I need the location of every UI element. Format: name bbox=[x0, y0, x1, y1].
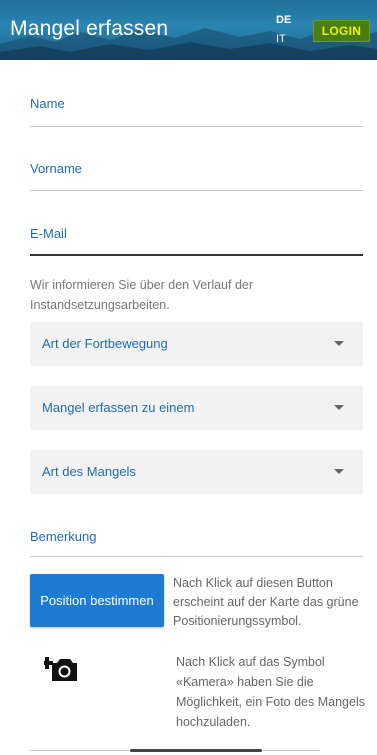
select-mangel-zu[interactable]: Mangel erfassen zu einem bbox=[30, 386, 363, 430]
bemerkung-label[interactable]: Bemerkung bbox=[30, 529, 96, 544]
email-field[interactable] bbox=[30, 254, 363, 256]
position-description: Nach Klick auf diesen Button erscheint a… bbox=[173, 576, 359, 628]
select-art-mangels-label: Art des Mangels bbox=[42, 464, 136, 479]
page-title: Mangel erfassen bbox=[10, 17, 169, 40]
dropdown-arrow-icon bbox=[334, 341, 344, 346]
email-info-text: Wir informieren Sie über den Verlauf der… bbox=[30, 278, 254, 312]
login-button[interactable]: LOGIN bbox=[313, 20, 370, 42]
name-field[interactable] bbox=[30, 126, 363, 127]
camera-description: Nach Klick auf das Symbol «Kamera» haben… bbox=[176, 655, 365, 729]
select-art-mangels[interactable]: Art des Mangels bbox=[30, 450, 363, 494]
app-header: Mangel erfassen DE IT LOGIN bbox=[0, 0, 377, 60]
vorname-field[interactable] bbox=[30, 190, 363, 191]
position-bestimmen-button[interactable]: Position bestimmen bbox=[30, 574, 164, 627]
vorname-label[interactable]: Vorname bbox=[30, 161, 82, 176]
email-label[interactable]: E-Mail bbox=[30, 226, 67, 241]
dropdown-arrow-icon bbox=[334, 469, 344, 474]
select-fortbewegung-label: Art der Fortbewegung bbox=[42, 336, 168, 351]
dropdown-arrow-icon bbox=[334, 405, 344, 410]
select-fortbewegung[interactable]: Art der Fortbewegung bbox=[30, 322, 363, 366]
language-it[interactable]: IT bbox=[276, 33, 286, 45]
select-mangel-zu-label: Mangel erfassen zu einem bbox=[42, 400, 195, 415]
name-label[interactable]: Name bbox=[30, 96, 65, 111]
language-de[interactable]: DE bbox=[276, 14, 291, 26]
position-button-label: Position bestimmen bbox=[40, 592, 154, 608]
bemerkung-field[interactable] bbox=[30, 556, 363, 557]
add-photo-icon[interactable] bbox=[44, 652, 78, 682]
scroll-indicator bbox=[130, 749, 262, 752]
